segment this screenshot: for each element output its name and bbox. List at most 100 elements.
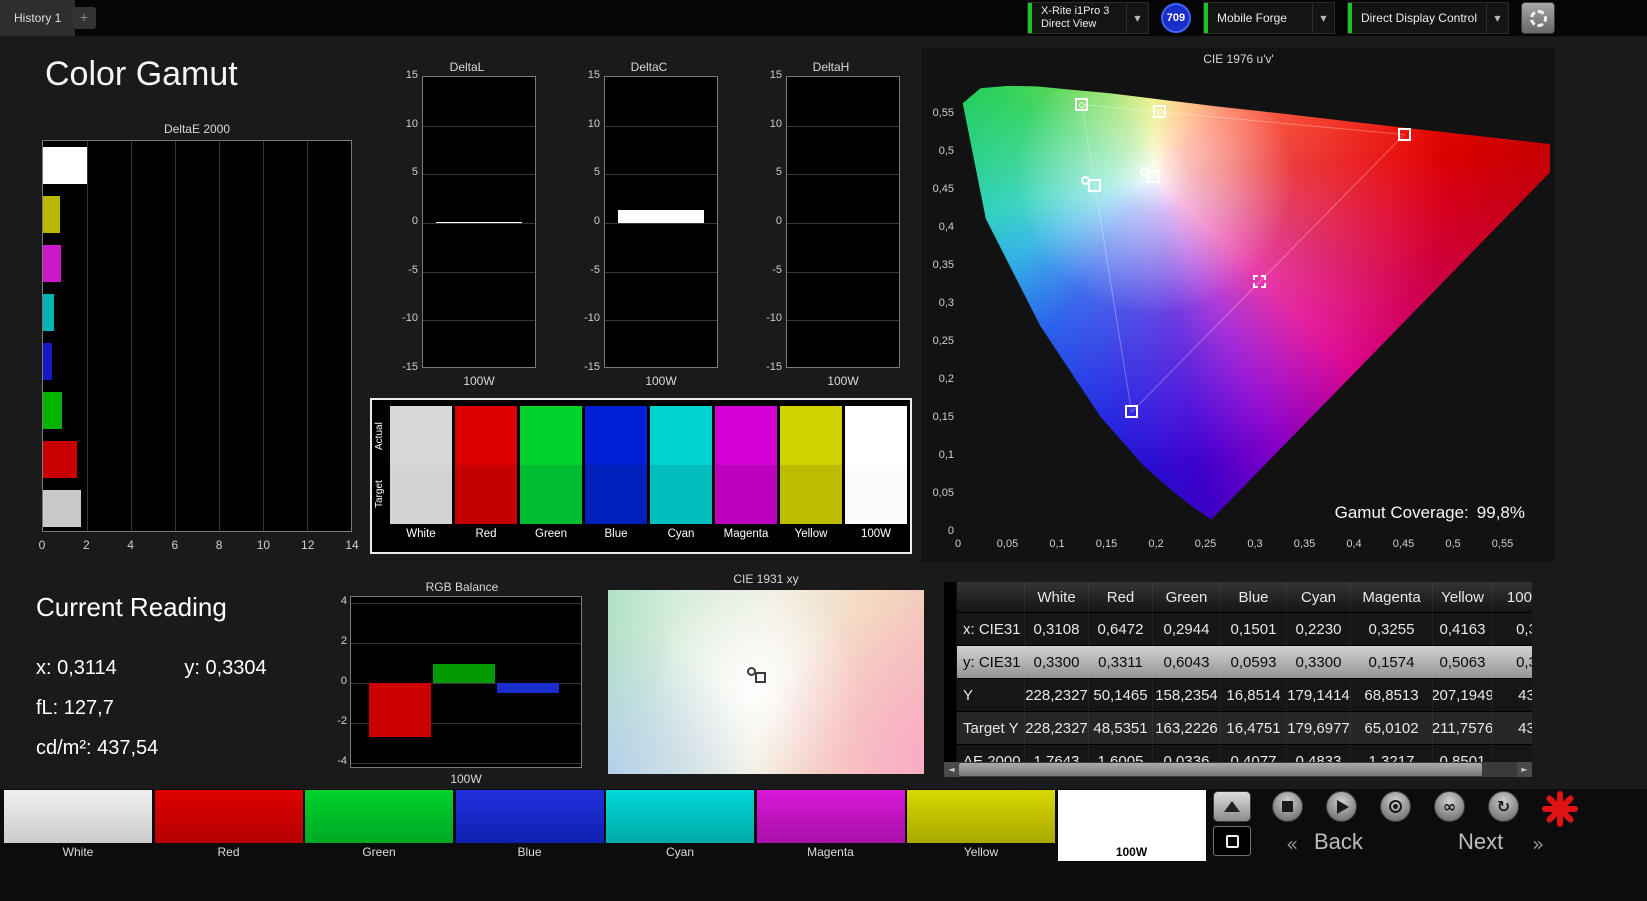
play-button[interactable]: [1326, 791, 1357, 822]
cie1976-plot: [958, 74, 1550, 532]
delta-e-bar-green: [43, 392, 62, 429]
x-tick-label: 0,55: [1492, 538, 1513, 550]
y-tick-label: 15: [756, 69, 782, 81]
pattern-patch-white[interactable]: White: [4, 790, 152, 861]
pattern-patch-magenta[interactable]: Magenta: [757, 790, 905, 861]
row-header: Target Y: [957, 712, 1025, 744]
pattern-patch-green[interactable]: Green: [305, 790, 453, 861]
table-cell: 0,3: [1493, 646, 1532, 678]
y-tick-label: 0: [392, 215, 418, 227]
table-scrollbar[interactable]: ◄ ►: [944, 762, 1532, 777]
pattern-display-button[interactable]: [1213, 826, 1251, 856]
topbar-controls: X-Rite i1Pro 3 Direct View ▼ 709 Mobile …: [1027, 2, 1555, 34]
colorspace-badge[interactable]: 709: [1161, 3, 1191, 33]
display-control-dropdown[interactable]: Direct Display Control ▼: [1347, 2, 1509, 34]
table-cell: 228,2327: [1025, 712, 1089, 744]
scroll-right-arrow-icon[interactable]: ►: [1517, 762, 1532, 777]
reading-cd: cd/m²: 437,54: [36, 737, 267, 760]
table-gutter: [944, 582, 957, 612]
swatch-actual: [390, 406, 452, 465]
y-tick-label: -15: [574, 361, 600, 373]
chevron-down-icon[interactable]: ▼: [1126, 3, 1148, 33]
gridline: [175, 141, 176, 531]
x-tick-label: 0,1: [1049, 538, 1064, 550]
patch-label: Yellow: [907, 843, 1055, 861]
table-cell: 43: [1493, 712, 1532, 744]
next-chevron-icon[interactable]: »: [1532, 832, 1544, 856]
cie-markers: [958, 74, 1550, 532]
y-tick-label: 10: [392, 118, 418, 130]
table-cell: 0,1574: [1351, 646, 1433, 678]
refresh-button[interactable]: ↻: [1488, 791, 1519, 822]
scroll-thumb[interactable]: [959, 763, 1482, 776]
pattern-patch-100w[interactable]: 100W: [1058, 790, 1206, 861]
delta-e-plot: [42, 140, 352, 532]
cie-marker-green: [1075, 98, 1088, 111]
swatch-actual: [585, 406, 647, 465]
x-axis-label: 100W: [422, 374, 536, 388]
settings-button[interactable]: [1521, 2, 1555, 34]
continuous-read-button[interactable]: ∞: [1434, 791, 1465, 822]
pattern-patch-red[interactable]: Red: [155, 790, 303, 861]
gridline: [131, 141, 132, 531]
chart-title: CIE 1931 xy: [608, 572, 924, 586]
patch-label: Red: [155, 843, 303, 861]
column-header-100w: 100W: [1493, 582, 1532, 612]
delta-e-chart: DeltaE 2000 02468101214: [40, 122, 354, 558]
x-axis-label: 100W: [604, 374, 718, 388]
back-chevron-icon[interactable]: «: [1286, 832, 1298, 856]
pattern-source-dropdown[interactable]: Mobile Forge ▼: [1203, 2, 1335, 34]
history-tab[interactable]: History 1: [0, 0, 76, 36]
meter-label: X-Rite i1Pro 3 Direct View: [1032, 3, 1126, 33]
table-row[interactable]: Y228,232750,1465158,235416,8514179,14146…: [944, 678, 1532, 711]
measure-dot: [1393, 804, 1398, 809]
x-tick-label: 2: [83, 538, 90, 552]
add-tab-button[interactable]: +: [72, 7, 96, 29]
marker-dot: [1157, 109, 1163, 115]
x-tick-label: 6: [172, 538, 179, 552]
swatch-actual: [780, 406, 842, 465]
swatch-white: White: [390, 406, 452, 542]
next-button[interactable]: Next: [1458, 829, 1503, 855]
measure-button[interactable]: [1380, 791, 1411, 822]
swatch-target: [715, 465, 777, 524]
table-cell: 0,2944: [1153, 613, 1221, 645]
table-row[interactable]: x: CIE310,31080,64720,29440,15010,22300,…: [944, 612, 1532, 645]
table-cell: 0,3300: [1287, 646, 1351, 678]
chevron-down-icon[interactable]: ▼: [1312, 3, 1334, 33]
pattern-patch-blue[interactable]: Blue: [456, 790, 604, 861]
measure-icon: [1389, 800, 1402, 813]
table-cell: [1493, 745, 1532, 762]
column-header-cyan: Cyan: [1287, 582, 1351, 612]
y-tick-label: 0,55: [922, 107, 954, 119]
y-tick-label: 0,1: [922, 449, 954, 461]
meter-dropdown[interactable]: X-Rite i1Pro 3 Direct View ▼: [1027, 2, 1149, 34]
cie1931-field: [608, 590, 924, 774]
back-button[interactable]: Back: [1314, 829, 1363, 855]
scroll-left-arrow-icon[interactable]: ◄: [944, 762, 959, 777]
table-cell: 0,3: [1493, 613, 1532, 645]
chevron-down-icon[interactable]: ▼: [1486, 3, 1508, 33]
gridline: [605, 126, 717, 127]
table-gutter: [944, 613, 957, 645]
pattern-patch-yellow[interactable]: Yellow: [907, 790, 1055, 861]
y-tick-label: 0,25: [922, 335, 954, 347]
gridline: [423, 174, 535, 175]
table-row[interactable]: Target Y228,232748,5351163,222616,475117…: [944, 711, 1532, 744]
swatch-yellow: Yellow: [780, 406, 842, 542]
table-cell: 0,8501: [1433, 745, 1493, 762]
pattern-patch-cyan[interactable]: Cyan: [606, 790, 754, 861]
actual-row-label: Actual: [374, 408, 388, 464]
table-cell: 65,0102: [1351, 712, 1433, 744]
table-cell: 0,6043: [1153, 646, 1221, 678]
table-row[interactable]: y: CIE310,33000,33110,60430,05930,33000,…: [944, 645, 1532, 678]
table-row[interactable]: ΔE 20001,76431,60050,03360,40770,48331,3…: [944, 744, 1532, 762]
alert-star-icon[interactable]: [1540, 789, 1580, 829]
table-cell: 163,2226: [1153, 712, 1221, 744]
stop-button[interactable]: [1272, 791, 1303, 822]
current-reading-title: Current Reading: [36, 592, 267, 623]
y-tick-label: 5: [392, 166, 418, 178]
swatch-target: [650, 465, 712, 524]
pattern-window-button[interactable]: [1213, 791, 1251, 822]
x-tick-label: 0,35: [1294, 538, 1315, 550]
